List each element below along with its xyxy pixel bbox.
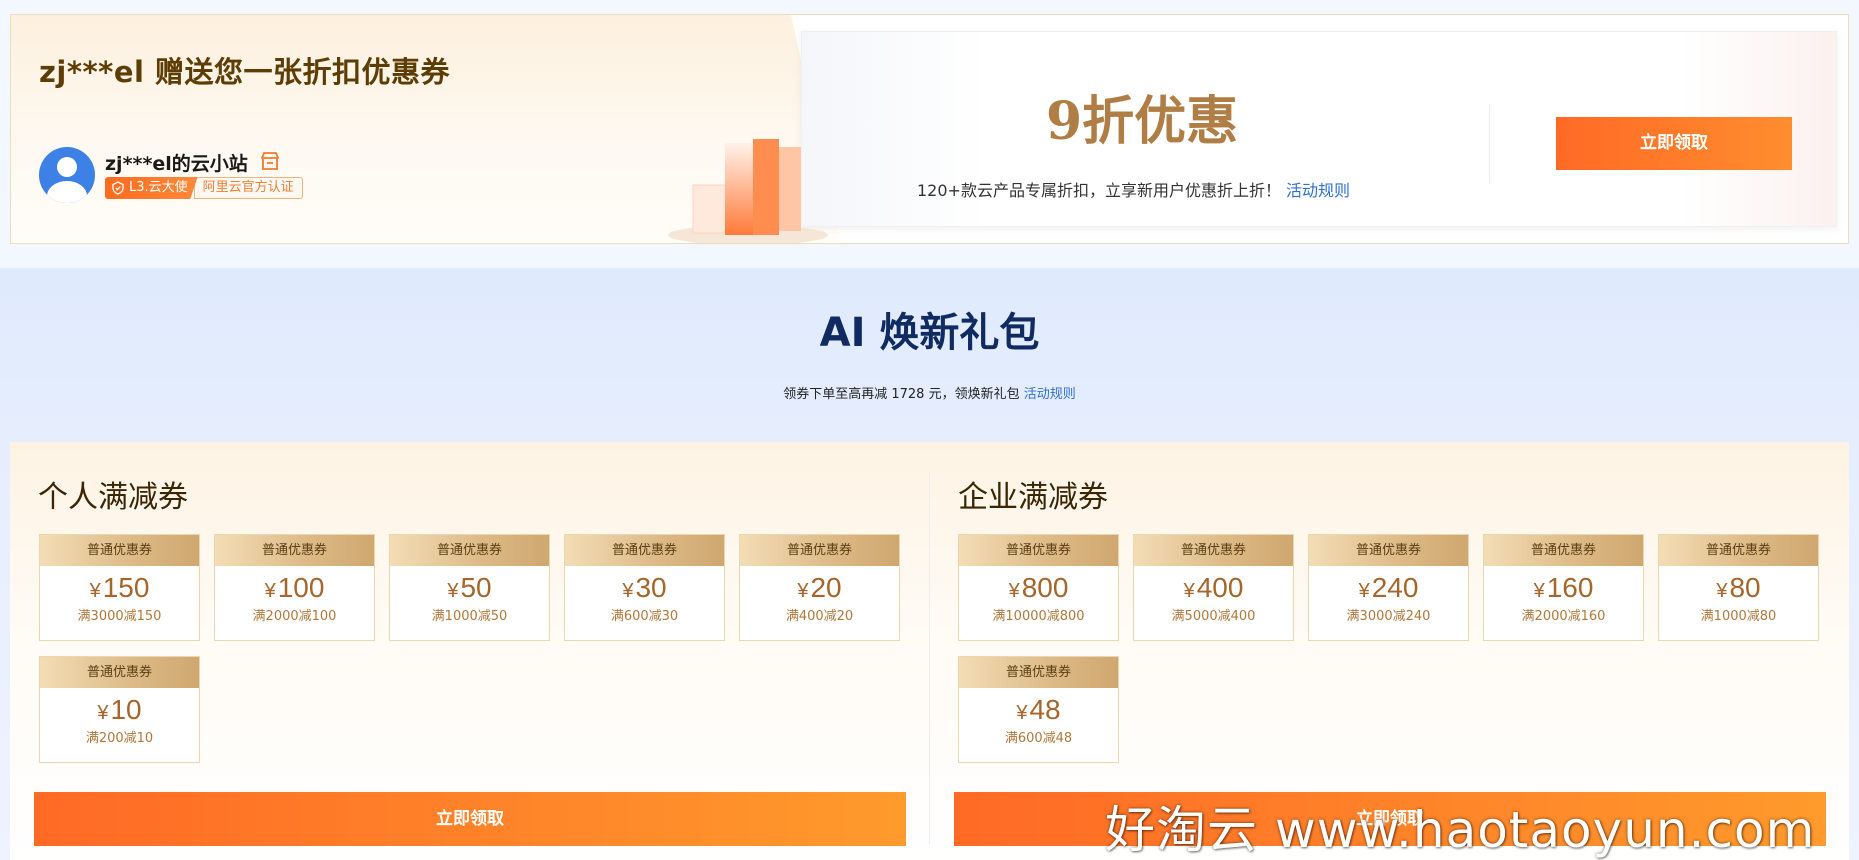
coupon-card[interactable]: 普通优惠券 ¥48 满600减48 <box>958 656 1119 763</box>
coupon-amount: ¥20 <box>740 572 899 604</box>
coupon-amount-value: 150 <box>102 572 150 603</box>
coupon-type-label: 普通优惠券 <box>40 657 199 688</box>
coupon-amount-value: 48 <box>1029 694 1061 725</box>
coupon-card[interactable]: 普通优惠券 ¥160 满2000减160 <box>1483 534 1644 641</box>
coupon-amount-value: 400 <box>1196 572 1244 603</box>
coupon-type-label: 普通优惠券 <box>215 535 374 566</box>
gift-pack-subtitle-text: 领券下单至高再减 1728 元，领焕新礼包 <box>783 387 1020 402</box>
promo-divider <box>1489 105 1490 183</box>
coupon-type-label: 普通优惠券 <box>390 535 549 566</box>
currency-symbol: ¥ <box>1358 580 1370 602</box>
coupon-condition: 满3000减240 <box>1346 609 1431 624</box>
coupon-card[interactable]: 普通优惠券 ¥400 满5000减400 <box>1133 534 1294 641</box>
books-illustration <box>668 139 828 243</box>
discount-description: 120+款云产品专属折扣，立享新用户优惠折上折！ 活动规则 <box>917 177 1350 201</box>
coupon-amount: ¥150 <box>40 572 199 604</box>
coupon-amount: ¥100 <box>215 572 374 604</box>
currency-symbol: ¥ <box>1183 580 1195 602</box>
gift-pack-subtitle: 领券下单至高再减 1728 元，领焕新礼包 活动规则 <box>0 383 1859 402</box>
avatar[interactable] <box>39 147 95 203</box>
coupon-type-label: 普通优惠券 <box>740 535 899 566</box>
gift-pack-title: AI 焕新礼包 <box>819 310 1040 356</box>
coupon-amount-value: 160 <box>1546 572 1594 603</box>
coupon-amount: ¥30 <box>565 572 724 604</box>
claim-personal-button[interactable]: 立即领取 <box>34 792 906 846</box>
coupon-condition: 满600减48 <box>1004 731 1073 746</box>
coupon-condition: 满5000减400 <box>1171 609 1256 624</box>
certification-badge: 阿里云官方认证 <box>193 177 303 199</box>
coupon-type-label: 普通优惠券 <box>1659 535 1818 566</box>
coupon-amount-value: 80 <box>1729 572 1761 603</box>
coupon-card[interactable]: 普通优惠券 ¥150 满3000减150 <box>39 534 200 641</box>
promo-title: zj***el 赠送您一张折扣优惠券 <box>39 55 451 89</box>
coupon-card[interactable]: 普通优惠券 ¥240 满3000减240 <box>1308 534 1469 641</box>
currency-symbol: ¥ <box>1008 580 1020 602</box>
coupon-amount: ¥48 <box>959 694 1118 726</box>
coupon-card[interactable]: 普通优惠券 ¥50 满1000减50 <box>389 534 550 641</box>
store-icon[interactable] <box>259 150 281 172</box>
badge-row: L3.云大使 阿里云官方认证 <box>105 177 303 199</box>
coupon-amount-value: 100 <box>277 572 325 603</box>
coupon-condition: 满2000减100 <box>252 609 337 624</box>
shield-icon <box>112 181 124 195</box>
coupon-type-label: 普通优惠券 <box>1309 535 1468 566</box>
coupon-amount: ¥160 <box>1484 572 1643 604</box>
discount-description-text: 120+款云产品专属折扣，立享新用户优惠折上折！ <box>917 181 1281 200</box>
coupon-amount-value: 10 <box>110 694 142 725</box>
coupon-condition: 满3000减150 <box>77 609 162 624</box>
level-badge-label: L3.云大使 <box>129 180 188 195</box>
coupon-condition: 满10000减800 <box>992 609 1085 624</box>
currency-symbol: ¥ <box>1016 702 1028 724</box>
currency-symbol: ¥ <box>97 702 109 724</box>
coupon-condition: 满400减20 <box>785 609 854 624</box>
gift-rule-link[interactable]: 活动规则 <box>1024 387 1076 402</box>
discount-title: 9折优惠 <box>1046 91 1239 152</box>
coupon-amount: ¥400 <box>1134 572 1293 604</box>
coupon-type-label: 普通优惠券 <box>959 535 1118 566</box>
coupon-condition: 满200减10 <box>85 731 154 746</box>
coupon-card[interactable]: 普通优惠券 ¥80 满1000减80 <box>1658 534 1819 641</box>
coupon-amount: ¥800 <box>959 572 1118 604</box>
coupon-amount: ¥80 <box>1659 572 1818 604</box>
coupon-amount: ¥240 <box>1309 572 1468 604</box>
coupon-condition: 满2000减160 <box>1521 609 1606 624</box>
coupon-type-label: 普通优惠券 <box>40 535 199 566</box>
enterprise-coupons-title: 企业满减券 <box>958 480 1108 515</box>
currency-symbol: ¥ <box>622 580 634 602</box>
coupon-amount-value: 30 <box>635 572 667 603</box>
personal-coupons-title: 个人满减券 <box>38 480 188 515</box>
currency-symbol: ¥ <box>447 580 459 602</box>
promo-rule-link[interactable]: 活动规则 <box>1286 181 1350 200</box>
coupon-amount-value: 800 <box>1021 572 1069 603</box>
currency-symbol: ¥ <box>264 580 276 602</box>
level-badge: L3.云大使 <box>105 177 198 199</box>
coupon-type-label: 普通优惠券 <box>1134 535 1293 566</box>
coupon-card[interactable]: 普通优惠券 ¥800 满10000减800 <box>958 534 1119 641</box>
currency-symbol: ¥ <box>89 580 101 602</box>
claim-discount-button[interactable]: 立即领取 <box>1556 117 1792 170</box>
coupon-panel-divider <box>929 472 930 844</box>
coupon-amount-value: 240 <box>1371 572 1419 603</box>
coupon-condition: 满600减30 <box>610 609 679 624</box>
coupon-condition: 满1000减50 <box>431 609 508 624</box>
coupon-condition: 满1000减80 <box>1700 609 1777 624</box>
coupon-type-label: 普通优惠券 <box>565 535 724 566</box>
coupon-card[interactable]: 普通优惠券 ¥20 满400减20 <box>739 534 900 641</box>
currency-symbol: ¥ <box>797 580 809 602</box>
coupon-type-label: 普通优惠券 <box>1484 535 1643 566</box>
currency-symbol: ¥ <box>1716 580 1728 602</box>
coupon-amount: ¥10 <box>40 694 199 726</box>
promo-banner: zj***el 赠送您一张折扣优惠券 zj***el的云小站 L3.云大使 阿里… <box>10 14 1849 244</box>
coupon-amount: ¥50 <box>390 572 549 604</box>
currency-symbol: ¥ <box>1533 580 1545 602</box>
coupon-card[interactable]: 普通优惠券 ¥10 满200减10 <box>39 656 200 763</box>
coupon-card[interactable]: 普通优惠券 ¥100 满2000减100 <box>214 534 375 641</box>
store-name[interactable]: zj***el的云小站 <box>105 149 248 176</box>
coupon-amount-value: 50 <box>460 572 492 603</box>
coupon-type-label: 普通优惠券 <box>959 657 1118 688</box>
coupon-amount-value: 20 <box>810 572 842 603</box>
site-watermark: 好淘云 www.haotaoyun.com <box>1105 801 1816 859</box>
coupon-card[interactable]: 普通优惠券 ¥30 满600减30 <box>564 534 725 641</box>
